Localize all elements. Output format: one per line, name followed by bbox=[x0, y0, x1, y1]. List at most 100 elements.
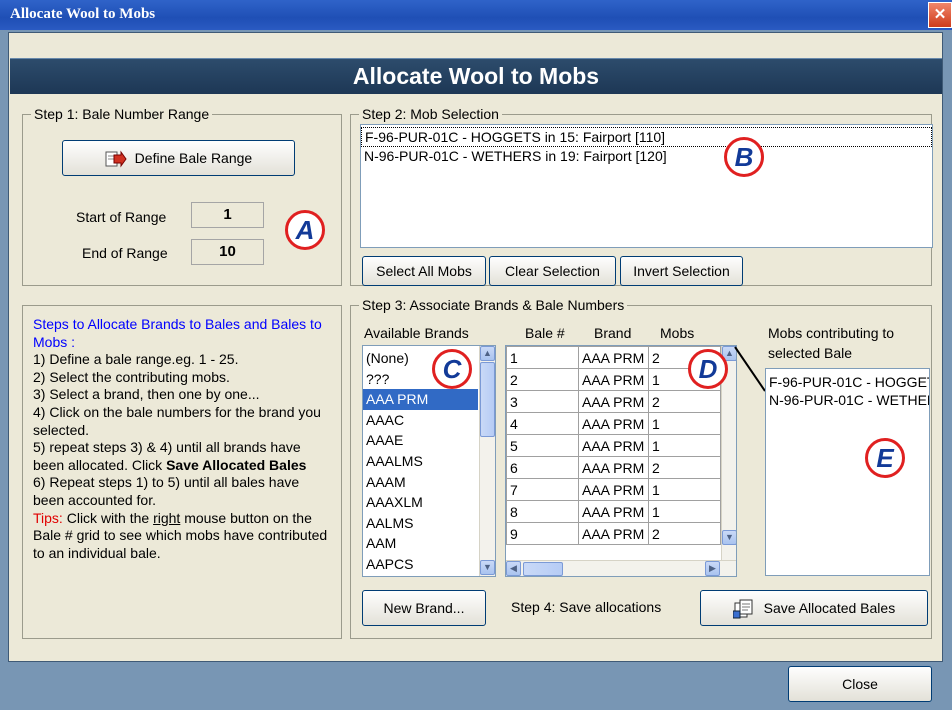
scroll-left-icon[interactable]: ◀ bbox=[506, 561, 521, 576]
define-bale-range-button[interactable]: Define Bale Range bbox=[62, 140, 295, 176]
grid-cell-bale[interactable]: 5 bbox=[506, 434, 579, 457]
scroll-thumb[interactable] bbox=[480, 362, 495, 437]
table-row[interactable]: 5 AAA PRM 1 bbox=[506, 434, 721, 457]
callout-d: D bbox=[688, 349, 728, 389]
brand-list-item[interactable]: AAAM bbox=[363, 472, 478, 493]
grid-cell-brand[interactable]: AAA PRM bbox=[578, 368, 649, 391]
grid-cell-bale[interactable]: 6 bbox=[506, 456, 579, 479]
step2-legend: Step 2: Mob Selection bbox=[359, 106, 502, 122]
select-all-mobs-button[interactable]: Select All Mobs bbox=[362, 256, 486, 286]
table-row[interactable]: 7 AAA PRM 1 bbox=[506, 478, 721, 501]
help-line: 1) Define a bale range.eg. 1 - 25. bbox=[33, 351, 239, 368]
scroll-down-icon[interactable]: ▼ bbox=[480, 560, 495, 575]
grid-cell-brand[interactable]: AAA PRM bbox=[578, 390, 649, 413]
brand-list-scrollbar[interactable]: ▲ ▼ bbox=[479, 346, 495, 576]
callout-a: A bbox=[285, 210, 325, 250]
grid-cell-brand[interactable]: AAA PRM bbox=[578, 434, 649, 457]
grid-cell-bale[interactable]: 9 bbox=[506, 522, 579, 545]
save-icon bbox=[732, 599, 753, 619]
contributing-mobs-header: Mobs contributing to selected Bale bbox=[768, 325, 895, 361]
brand-list-item[interactable]: AAPCS bbox=[363, 554, 478, 575]
brand-list-item[interactable]: AAAXLM bbox=[363, 492, 478, 513]
start-range-label: Start of Range bbox=[76, 209, 167, 225]
grid-cell-brand[interactable]: AAA PRM bbox=[578, 412, 649, 435]
grid-cell-brand[interactable]: AAA PRM bbox=[578, 346, 649, 369]
brand-list-item[interactable]: AALMS bbox=[363, 513, 478, 534]
grid-cell-mobs[interactable]: 1 bbox=[648, 500, 721, 523]
help-line: 4) Click on the bale numbers for the bra… bbox=[33, 403, 321, 438]
table-row[interactable]: 3 AAA PRM 2 bbox=[506, 390, 721, 413]
grid-cell-mobs[interactable]: 1 bbox=[648, 478, 721, 501]
grid-cell-bale[interactable]: 1 bbox=[506, 346, 579, 369]
close-button[interactable]: Close bbox=[788, 666, 932, 702]
close-window-button[interactable]: ✕ bbox=[928, 2, 952, 28]
table-row[interactable]: 8 AAA PRM 1 bbox=[506, 500, 721, 523]
help-line: 3) Select a brand, then one by one... bbox=[33, 386, 260, 403]
help-line: 5) repeat steps 3) & 4) until all brands… bbox=[33, 439, 333, 474]
mob-list-item[interactable]: N-96-PUR-01C - WETHERS in 19: Fairport [… bbox=[361, 147, 932, 165]
brand-list-item[interactable]: AAA PRM bbox=[363, 389, 478, 410]
brand-list[interactable]: (None)??? AAA PRM AAAC AAAE AAALMS AAAM AAAXLM… bbox=[362, 345, 496, 577]
contrib-mob-item[interactable]: N-96-PUR-01C - WETHERS bbox=[766, 391, 929, 409]
grid-header-brand: Brand bbox=[594, 325, 632, 341]
save-allocated-bales-label: Save Allocated Bales bbox=[763, 600, 896, 616]
callout-b: B bbox=[724, 137, 764, 177]
scroll-right-icon[interactable]: ▶ bbox=[705, 561, 720, 576]
grid-cell-mobs[interactable]: 2 bbox=[648, 522, 721, 545]
help-bold-phrase: Save Allocated Bales bbox=[166, 456, 307, 473]
end-range-value: 10 bbox=[191, 239, 264, 265]
save-allocated-bales-button[interactable]: Save Allocated Bales bbox=[700, 590, 928, 626]
start-range-value: 1 bbox=[191, 202, 264, 228]
contributing-mobs-list[interactable]: F-96-PUR-01C - HOGGETS N-96-PUR-01C - WE… bbox=[765, 368, 930, 576]
scroll-down-icon[interactable]: ▼ bbox=[722, 530, 736, 545]
brand-list-item[interactable]: AAAC bbox=[363, 410, 478, 431]
title-bar: Allocate Wool to Mobs ✕ bbox=[0, 0, 952, 30]
step3-legend: Step 3: Associate Brands & Bale Numbers bbox=[359, 297, 628, 313]
contrib-mob-item[interactable]: F-96-PUR-01C - HOGGETS bbox=[766, 373, 929, 391]
grid-cell-mobs[interactable]: 2 bbox=[648, 390, 721, 413]
grid-cell-bale[interactable]: 4 bbox=[506, 412, 579, 435]
grid-horizontal-scrollbar[interactable]: ◀ ▶ bbox=[506, 560, 736, 576]
grid-cell-brand[interactable]: AAA PRM bbox=[578, 478, 649, 501]
grid-header-bale: Bale # bbox=[525, 325, 565, 341]
grid-header-mobs: Mobs bbox=[660, 325, 695, 341]
mob-list[interactable]: F-96-PUR-01C - HOGGETS in 15: Fairport [… bbox=[360, 124, 933, 248]
define-range-icon bbox=[105, 150, 127, 168]
grid-cell-brand[interactable]: AAA PRM bbox=[578, 522, 649, 545]
page-title: Allocate Wool to Mobs bbox=[352, 63, 600, 89]
table-row[interactable]: 4 AAA PRM 1 bbox=[506, 412, 721, 435]
help-title: Steps to Allocate Brands to Bales and Ba… bbox=[33, 316, 322, 350]
tips-text-a: Click with the bbox=[62, 509, 154, 526]
end-range-label: End of Range bbox=[82, 245, 168, 261]
scroll-thumb[interactable] bbox=[523, 562, 563, 576]
table-row[interactable]: 6 AAA PRM 2 bbox=[506, 456, 721, 479]
invert-selection-button[interactable]: Invert Selection bbox=[620, 256, 743, 286]
clear-selection-button[interactable]: Clear Selection bbox=[489, 256, 616, 286]
grid-cell-bale[interactable]: 3 bbox=[506, 390, 579, 413]
tips-underlined: right bbox=[153, 509, 181, 526]
brand-list-item[interactable]: AAAE bbox=[363, 430, 478, 451]
grid-cell-brand[interactable]: AAA PRM bbox=[578, 500, 649, 523]
help-tips: Tips: Click with the right mouse button … bbox=[33, 510, 333, 563]
mob-list-item[interactable]: F-96-PUR-01C - HOGGETS in 15: Fairport [… bbox=[361, 127, 932, 147]
callout-connector-line bbox=[734, 346, 766, 392]
grid-cell-bale[interactable]: 2 bbox=[506, 368, 579, 391]
help-text: Steps to Allocate Brands to Bales and Ba… bbox=[33, 316, 333, 562]
grid-cell-bale[interactable]: 7 bbox=[506, 478, 579, 501]
table-row[interactable]: 9 AAA PRM 2 bbox=[506, 522, 721, 545]
help-line: 2) Select the contributing mobs. bbox=[33, 368, 230, 385]
callout-c: C bbox=[432, 349, 472, 389]
brand-list-item[interactable]: AAM bbox=[363, 533, 478, 554]
callout-e: E bbox=[865, 438, 905, 478]
brand-list-item[interactable]: AAALMS bbox=[363, 451, 478, 472]
tips-label: Tips: bbox=[33, 509, 63, 526]
grid-cell-brand[interactable]: AAA PRM bbox=[578, 456, 649, 479]
grid-cell-mobs[interactable]: 1 bbox=[648, 412, 721, 435]
grid-cell-bale[interactable]: 8 bbox=[506, 500, 579, 523]
new-brand-button[interactable]: New Brand... bbox=[362, 590, 486, 626]
grid-cell-mobs[interactable]: 2 bbox=[648, 456, 721, 479]
step4-label: Step 4: Save allocations bbox=[511, 599, 662, 615]
grid-cell-mobs[interactable]: 1 bbox=[648, 434, 721, 457]
page-header: Allocate Wool to Mobs bbox=[10, 58, 942, 94]
scroll-up-icon[interactable]: ▲ bbox=[480, 346, 495, 361]
